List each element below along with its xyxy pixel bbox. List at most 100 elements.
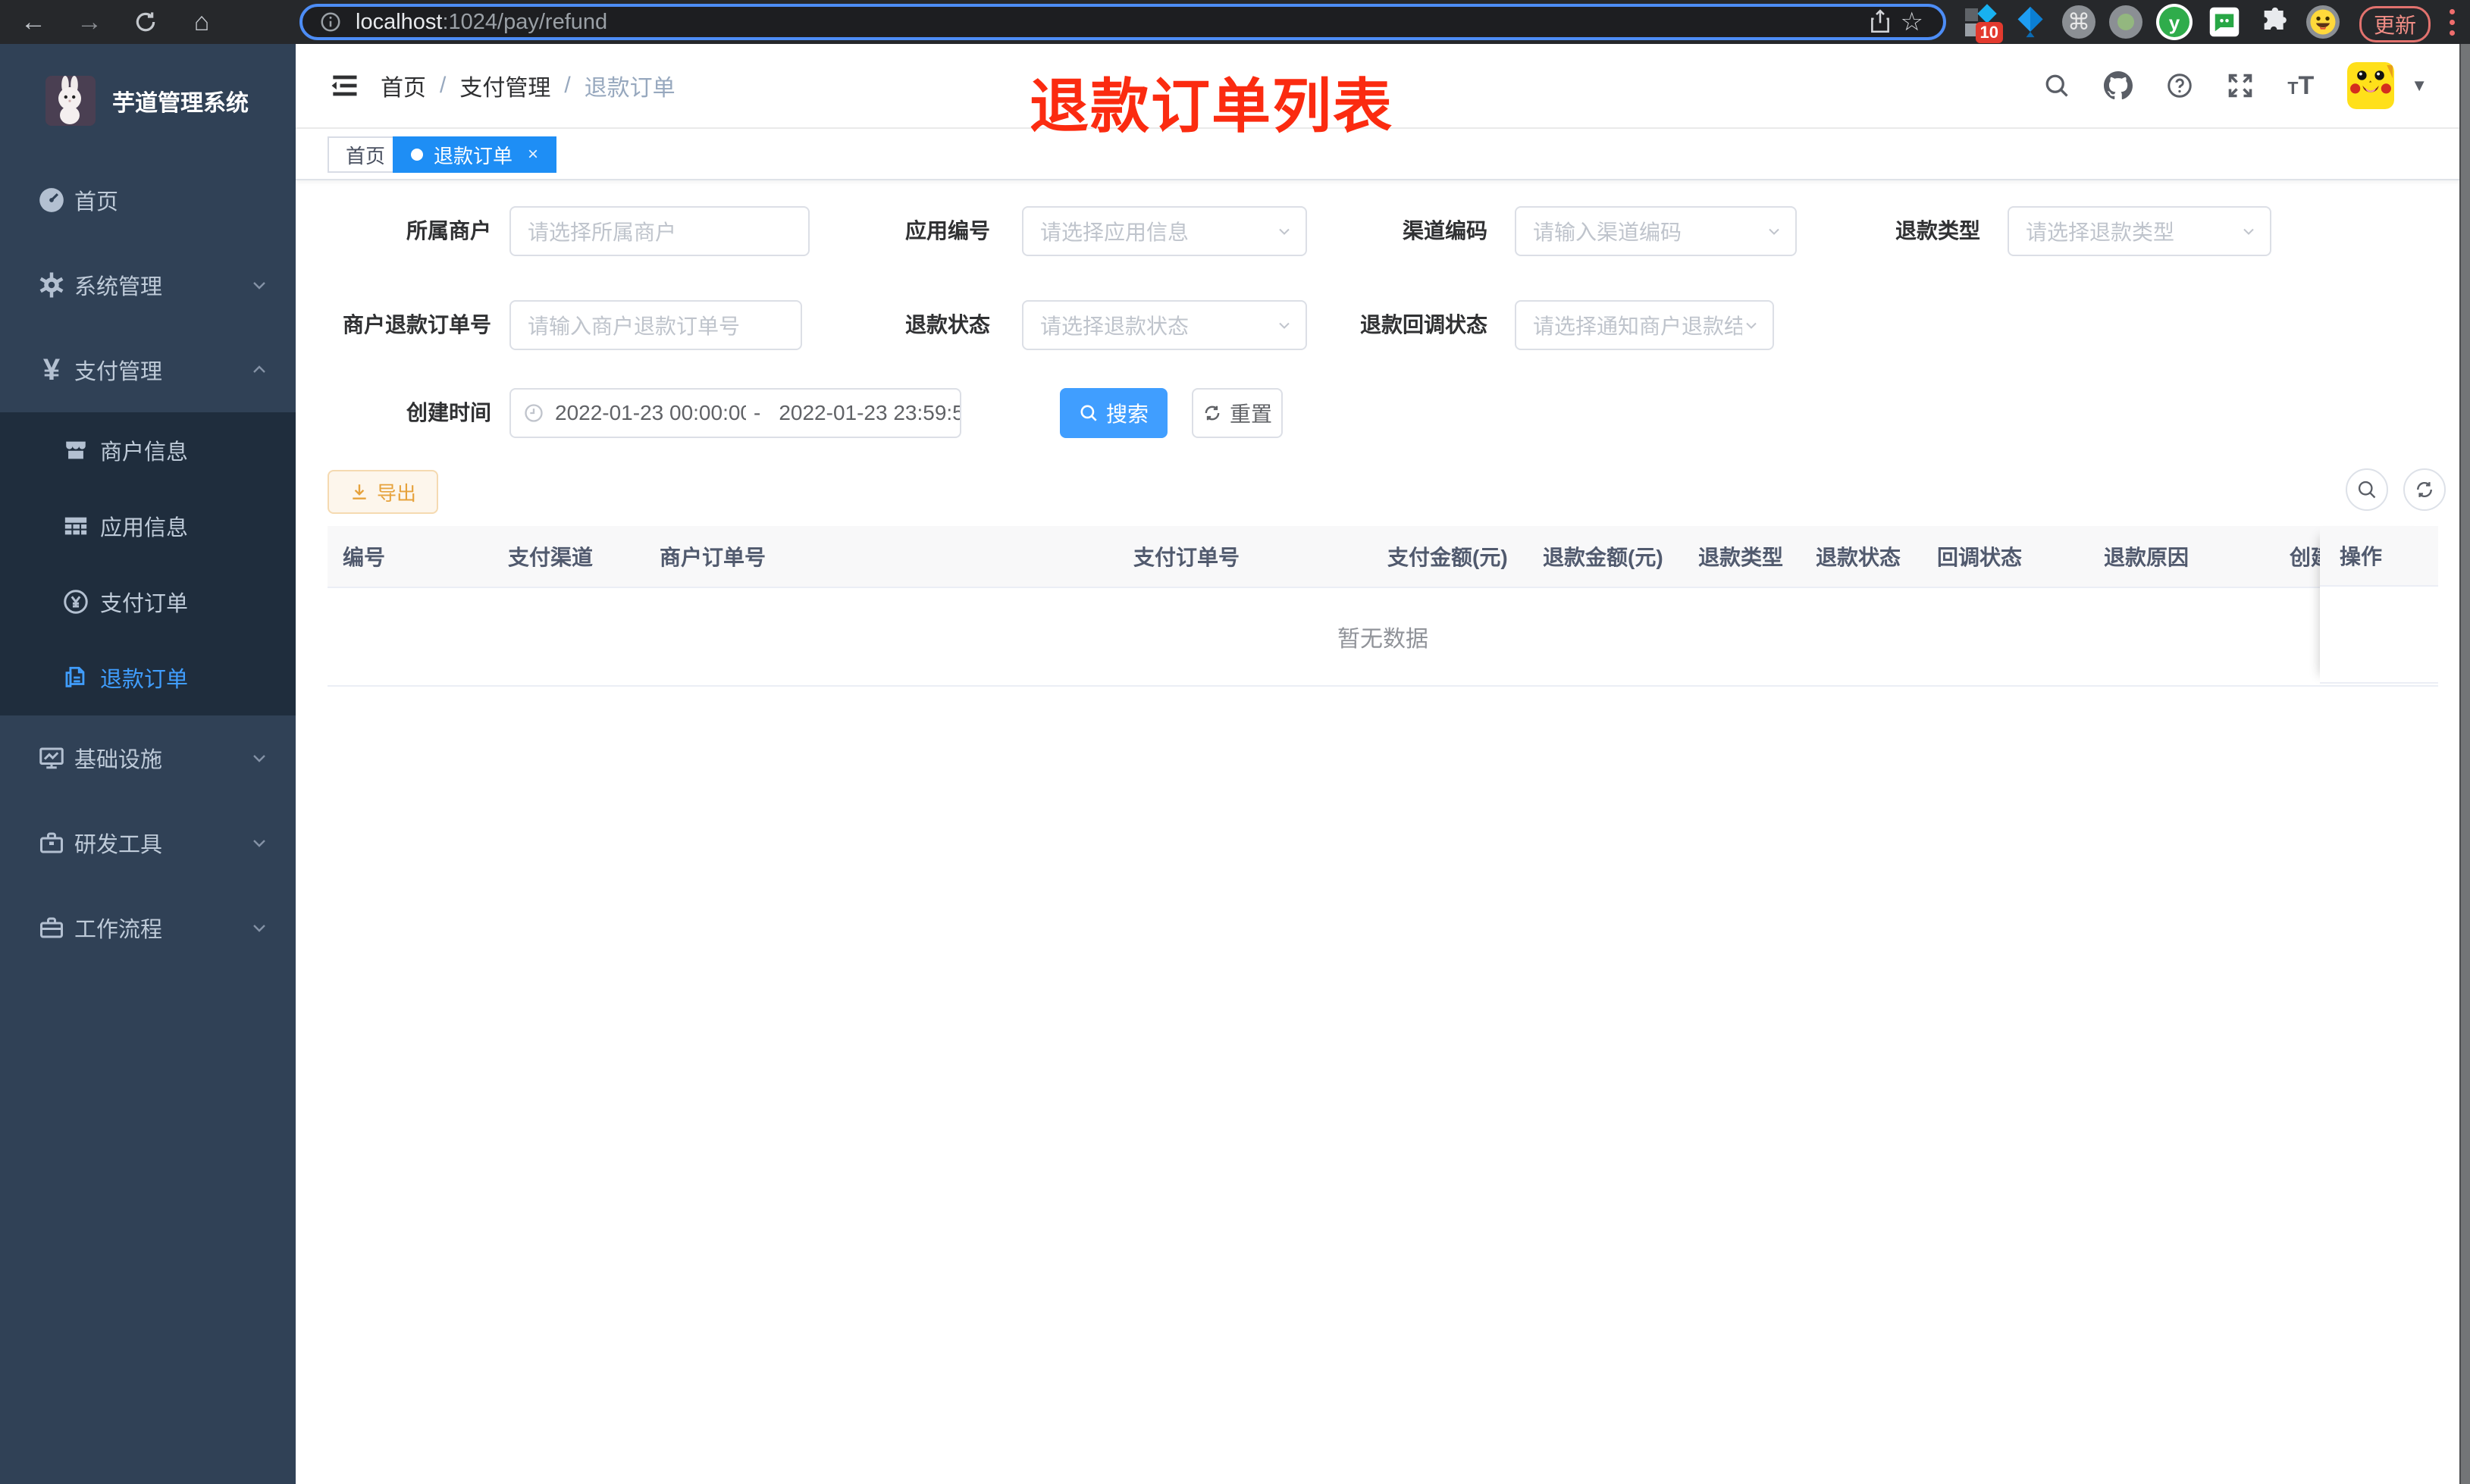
breadcrumb-separator: / xyxy=(564,73,571,98)
fullscreen-icon[interactable] xyxy=(2227,72,2254,99)
extension-puzzle-icon[interactable] xyxy=(2256,4,2293,40)
export-button[interactable]: 导出 xyxy=(328,470,438,514)
operation-cell-empty xyxy=(2320,587,2438,684)
breadcrumb-payment[interactable]: 支付管理 xyxy=(459,69,550,102)
create-time-range-picker[interactable]: 2022-01-23 00:00:00 - 2022-01-23 23:59:5… xyxy=(509,388,961,438)
col-operation: 操作 xyxy=(2320,526,2438,587)
browser-menu-icon[interactable] xyxy=(2446,6,2458,38)
dashboard-icon xyxy=(30,186,73,214)
sidebar-item-label: 研发工具 xyxy=(74,833,163,857)
chevron-down-icon xyxy=(250,749,268,767)
fixed-operation-column: 操作 xyxy=(2320,526,2438,685)
browser-home-button[interactable]: ⌂ xyxy=(179,5,224,39)
col-create-time: 创建时间 xyxy=(2290,546,2320,569)
range-start-value: 2022-01-23 00:00:00 xyxy=(555,401,746,424)
sidebar-item-payment[interactable]: ¥ 支付管理 xyxy=(0,327,296,412)
extension-y-icon[interactable]: y xyxy=(2156,4,2193,40)
extension-chat-icon[interactable] xyxy=(2206,4,2243,40)
reset-button[interactable]: 重置 xyxy=(1192,388,1283,438)
sidebar-item-label: 商户信息 xyxy=(100,440,189,465)
placeholder: 请选择退款状态 xyxy=(1040,315,1190,338)
search-icon[interactable] xyxy=(2043,72,2070,99)
chevron-down-icon xyxy=(1742,316,1760,334)
sidebar-collapse-icon[interactable] xyxy=(328,69,361,106)
placeholder: 请选择退款类型 xyxy=(2026,221,2175,244)
site-info-icon[interactable] xyxy=(319,11,342,33)
extension-emoji-icon[interactable] xyxy=(2306,5,2340,39)
breadcrumb-current: 退款订单 xyxy=(584,76,675,101)
sidebar-item-system[interactable]: 系统管理 xyxy=(0,243,296,327)
navbar-actions: TT ▼ xyxy=(2043,44,2428,127)
toggle-search-button[interactable] xyxy=(2346,468,2388,511)
merchant-select[interactable]: 请选择所属商户 xyxy=(509,206,810,256)
browser-back-button[interactable]: ← xyxy=(11,5,56,39)
yen-icon: ¥ xyxy=(42,352,61,387)
sidebar-item-merchant-info[interactable]: 商户信息 xyxy=(0,412,296,488)
extension-kite-icon[interactable] xyxy=(2012,4,2048,40)
channel-select[interactable]: 请输入渠道编码 xyxy=(1515,206,1797,256)
address-bar[interactable]: localhost:1024/pay/refund ☆ xyxy=(299,4,1946,40)
caret-down-icon[interactable]: ▼ xyxy=(2411,76,2428,95)
sidebar-item-label: 首页 xyxy=(74,190,119,214)
help-icon[interactable] xyxy=(2166,72,2193,99)
sidebar-item-refund-order[interactable]: 退款订单 xyxy=(0,640,296,715)
toolbox-icon xyxy=(30,829,73,856)
search-button-label: 搜索 xyxy=(1105,402,1149,426)
font-size-icon[interactable]: TT xyxy=(2287,71,2314,101)
app-logo-row[interactable]: 芋道管理系统 xyxy=(0,44,296,158)
close-icon[interactable]: × xyxy=(528,144,538,165)
extension-tabs-icon[interactable]: 10 xyxy=(1962,4,2003,43)
refresh-table-button[interactable] xyxy=(2403,468,2446,511)
callback-status-select[interactable]: 请选择通知商户退款结果 xyxy=(1515,300,1774,350)
refresh-icon xyxy=(2417,481,2432,498)
browser-forward-button[interactable]: → xyxy=(67,5,112,39)
browser-reload-button[interactable] xyxy=(123,5,168,39)
merchant-refund-no-input[interactable]: 请输入商户退款订单号 xyxy=(509,300,802,350)
breadcrumb-separator: / xyxy=(440,73,447,98)
sidebar-item-label: 基础设施 xyxy=(74,748,163,772)
storefront-icon xyxy=(55,437,97,463)
gear-icon xyxy=(30,271,73,299)
tag-refund-order[interactable]: 退款订单 × xyxy=(393,136,557,173)
placeholder: 请选择所属商户 xyxy=(528,221,677,244)
range-separator: - xyxy=(754,401,761,424)
github-icon[interactable] xyxy=(2104,71,2133,100)
search-button[interactable]: 搜索 xyxy=(1060,388,1168,438)
blue-diamond xyxy=(1977,4,1997,23)
refund-status-select[interactable]: 请选择退款状态 xyxy=(1022,300,1307,350)
sidebar-item-app-info[interactable]: 应用信息 xyxy=(0,488,296,564)
sidebar-item-dev-tools[interactable]: 研发工具 xyxy=(0,800,296,885)
col-callback-status: 回调状态 xyxy=(1937,546,2023,569)
sidebar: 芋道管理系统 首页 系统管理 ¥ 支付管理 商户信息 应用信息 支付订单 退款订… xyxy=(0,44,296,1484)
share-icon[interactable] xyxy=(1860,9,1901,35)
extension-record-icon[interactable] xyxy=(2109,5,2142,39)
user-avatar[interactable] xyxy=(2347,62,2395,109)
sidebar-item-workflow[interactable]: 工作流程 xyxy=(0,885,296,970)
tag-home[interactable]: 首页 xyxy=(328,136,404,173)
search-icon xyxy=(1080,405,1097,421)
bookmark-star-icon[interactable]: ☆ xyxy=(1901,7,1923,37)
browser-update-button[interactable]: 更新 xyxy=(2359,6,2431,42)
browser-extensions: 10 ⌘ y xyxy=(1962,0,2340,44)
briefcase-icon xyxy=(30,914,73,941)
app-root: ← → ⌂ localhost:1024/pay/refund ☆ 10 ⌘ y… xyxy=(0,0,2470,1484)
table-header-row: 编号 支付渠道 商户订单号 支付订单号 支付金额(元) 退款金额(元) 退款类型… xyxy=(328,526,2438,588)
svg-text:y: y xyxy=(2169,11,2180,34)
breadcrumb-home[interactable]: 首页 xyxy=(381,69,426,102)
sidebar-item-label: 支付管理 xyxy=(74,360,163,384)
tag-label: 首页 xyxy=(346,144,386,167)
sidebar-item-pay-order[interactable]: 支付订单 xyxy=(0,564,296,640)
window-scrollbar[interactable] xyxy=(2459,44,2470,1484)
clock-icon xyxy=(523,402,544,424)
filter-label-merchant: 所属商户 xyxy=(406,219,491,243)
browser-chrome: ← → ⌂ localhost:1024/pay/refund ☆ 10 ⌘ y… xyxy=(0,0,2470,45)
extension-command-icon[interactable]: ⌘ xyxy=(2062,5,2095,39)
sidebar-item-home[interactable]: 首页 xyxy=(0,158,296,243)
download-icon xyxy=(353,484,366,499)
url-text[interactable]: localhost:1024/pay/refund xyxy=(356,10,1860,35)
table-body: 暂无数据 xyxy=(328,588,2438,687)
sidebar-item-infra[interactable]: 基础设施 xyxy=(0,715,296,800)
refund-document-icon xyxy=(55,665,97,690)
app-select[interactable]: 请选择应用信息 xyxy=(1022,206,1307,256)
refund-type-select[interactable]: 请选择退款类型 xyxy=(2008,206,2271,256)
